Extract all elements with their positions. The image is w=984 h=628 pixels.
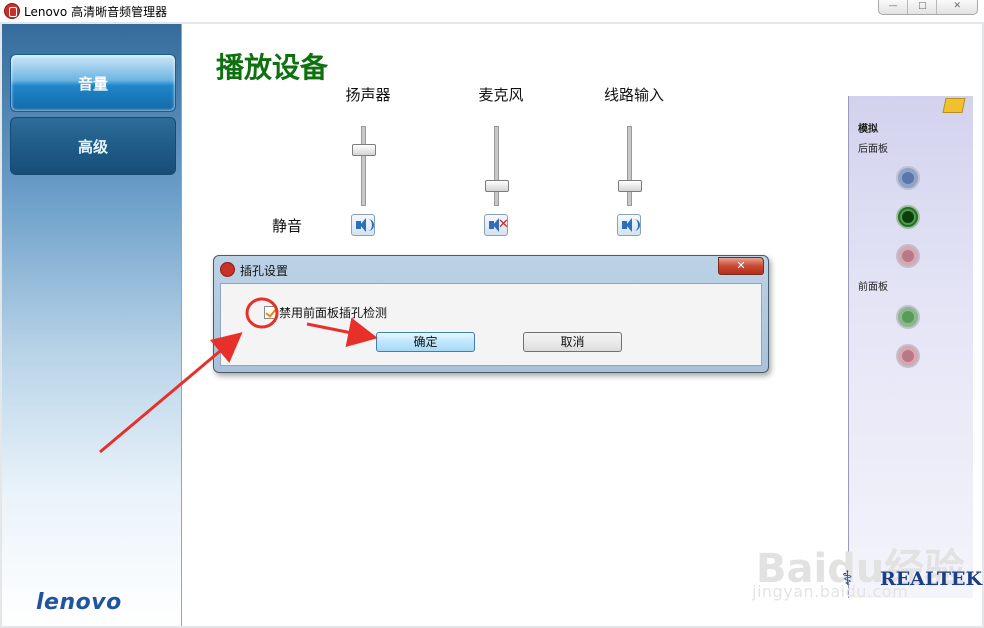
annotation-arrow-long (99, 332, 243, 454)
annotation-circle (245, 297, 279, 329)
annotation-overlay (99, 297, 378, 454)
annotation-arrow-short (306, 317, 378, 348)
